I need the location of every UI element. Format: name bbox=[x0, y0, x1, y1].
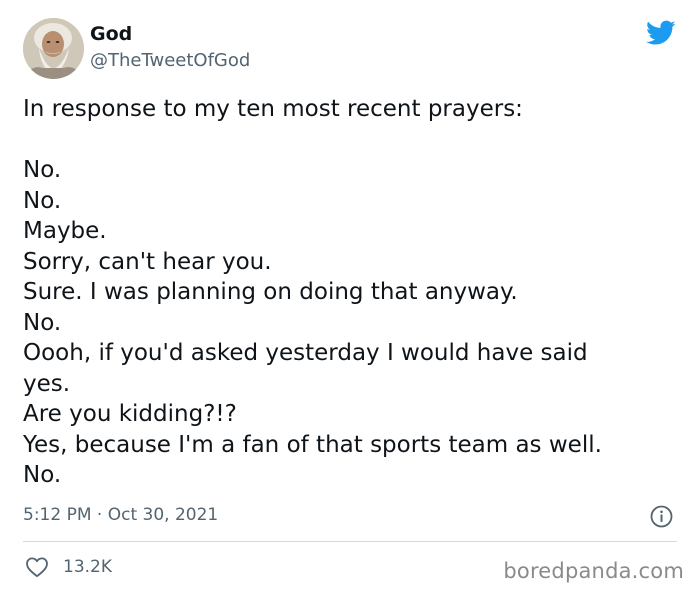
author-handle[interactable]: @TheTweetOfGod bbox=[90, 49, 250, 73]
tweet-intro: In response to my ten most recent prayer… bbox=[23, 96, 523, 122]
tweet-line: No. bbox=[23, 187, 62, 214]
tweet-line: Maybe. bbox=[23, 218, 107, 244]
tweet-card: God @TheTweetOfGod In response to my ten… bbox=[0, 0, 700, 593]
avatar[interactable] bbox=[23, 18, 84, 79]
tweet-time: 5:12 PM bbox=[23, 505, 92, 525]
tweet-date: Oct 30, 2021 bbox=[107, 505, 219, 525]
tweet-line: Sure. I was planning on doing that anywa… bbox=[23, 279, 518, 305]
author-block: God @TheTweetOfGod bbox=[90, 22, 250, 73]
tweet-line: Sorry, can't hear you. bbox=[23, 248, 272, 275]
tweet-timestamp[interactable]: 5:12 PM · Oct 30, 2021 bbox=[23, 503, 218, 527]
tweet-line: Are you kidding?!? bbox=[23, 401, 237, 427]
divider bbox=[23, 541, 677, 542]
tweet-line: Oooh, if you'd asked yesterday I would h… bbox=[23, 340, 588, 366]
tweet-text: In response to my ten most recent prayer… bbox=[23, 94, 688, 491]
tweet-line: No. bbox=[23, 462, 62, 488]
like-button[interactable]: 13.2K bbox=[25, 555, 112, 579]
like-count: 13.2K bbox=[63, 557, 112, 577]
twitter-bird-icon[interactable] bbox=[646, 20, 676, 46]
tweet-line: Yes, because I'm a fan of that sports te… bbox=[23, 431, 602, 458]
tweet-line: No. bbox=[23, 309, 62, 336]
heart-icon[interactable] bbox=[25, 556, 49, 578]
tweet-line: yes. bbox=[23, 370, 71, 397]
tweet-line: No. bbox=[23, 157, 62, 183]
info-icon[interactable] bbox=[650, 505, 673, 528]
meta-separator: · bbox=[96, 505, 103, 525]
watermark: boredpanda.com bbox=[503, 559, 684, 583]
author-name[interactable]: God bbox=[90, 22, 250, 46]
